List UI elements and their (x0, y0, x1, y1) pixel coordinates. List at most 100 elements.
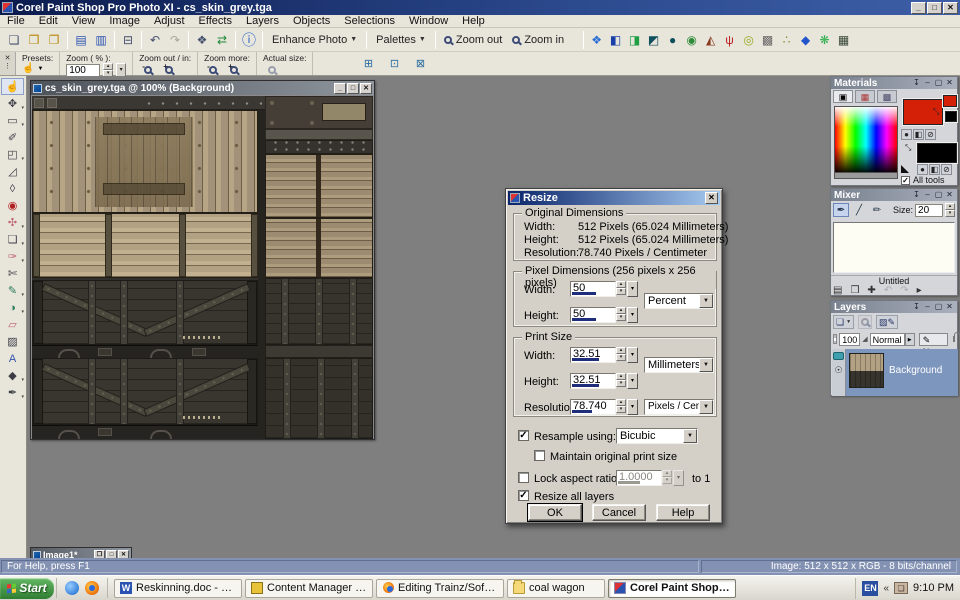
visibility-eye-icon[interactable]: ☉ (834, 366, 842, 374)
taskbar-task-word[interactable]: W Reskinning.doc - Microso... (114, 579, 242, 598)
print-unit-combobox[interactable]: Millimeters▼ (644, 357, 714, 373)
rainbow-tab-icon[interactable]: ▦ (855, 90, 875, 103)
tool-clone-brush[interactable]: ❏ (1, 231, 24, 248)
spin-up-icon[interactable]: ▴ (616, 373, 626, 380)
effect-icon[interactable]: ◆ (796, 30, 815, 49)
image-window-titlebar[interactable]: cs_skin_grey.tga @ 100% (Background) _ □… (31, 81, 374, 95)
effect-icon[interactable]: ◧ (606, 30, 625, 49)
minimize-icon[interactable]: _ (334, 83, 346, 94)
spin-down-icon[interactable]: ▾ (945, 210, 955, 217)
maximize-icon[interactable]: ▢ (934, 78, 943, 88)
close-icon[interactable]: ✕ (705, 192, 718, 204)
spin-down-icon[interactable]: ▾ (616, 354, 626, 361)
new-window-icon[interactable]: ❖ (192, 30, 212, 50)
minimize-icon[interactable]: _ (911, 2, 926, 14)
messenger-icon[interactable] (65, 581, 79, 595)
background-swatch[interactable] (917, 143, 957, 163)
new-icon[interactable]: ❏ (4, 30, 24, 50)
blend-mode-combobox[interactable]: Normal▶ (870, 333, 905, 346)
palettes-button[interactable]: Palettes▼ (370, 32, 432, 48)
spin-up-icon[interactable]: ▴ (945, 203, 955, 210)
tool-scratch-remover[interactable]: ✑ (1, 248, 24, 265)
resample-checkbox[interactable]: ✓ (518, 430, 529, 441)
frame-tab-icon[interactable]: ▣ (833, 90, 853, 103)
close-icon[interactable]: ✕ (943, 2, 958, 14)
tool-selection[interactable]: ▭ (1, 112, 24, 129)
spin-down-icon[interactable]: ▾ (616, 406, 626, 413)
color-style-icon[interactable]: ● (917, 164, 928, 175)
full-screen-preview-icon[interactable]: ⊠ (411, 56, 429, 71)
lock-icon[interactable] (953, 336, 955, 342)
presets-hand-icon[interactable]: ☝ (22, 63, 34, 74)
pin-icon[interactable]: ↧ (912, 190, 921, 200)
tool-paint-brush[interactable]: ✎ (1, 282, 24, 299)
lock-aspect-ratio-checkbox[interactable] (518, 472, 529, 483)
spin-up-icon[interactable]: ▴ (616, 399, 626, 406)
effect-icon[interactable]: ❋ (815, 30, 834, 49)
menu-objects[interactable]: Objects (286, 15, 337, 27)
mixer-size-input[interactable] (915, 204, 943, 217)
slider-popup-icon[interactable]: ▾ (627, 373, 638, 389)
tool-text[interactable]: A (1, 350, 24, 367)
mixer-more-icon[interactable]: ▸ (917, 285, 922, 296)
minimize-icon[interactable]: – (923, 78, 932, 88)
menu-effects[interactable]: Effects (192, 15, 239, 27)
firefox-icon[interactable] (85, 581, 99, 595)
slider-popup-icon[interactable]: ▾ (627, 281, 638, 297)
taskbar-task-paintshop[interactable]: Corel Paint Shop Pro ... (608, 579, 736, 598)
effect-icon[interactable]: ● (663, 30, 682, 49)
swap-colors-icon[interactable]: ⤡ (933, 107, 939, 117)
slider-popup-icon[interactable]: ▾ (627, 347, 638, 363)
mixer-titlebar[interactable]: Mixer ↧ – ▢ ✕ (831, 189, 957, 201)
tool-pen[interactable]: ✒ (1, 384, 24, 401)
layer-opacity-value[interactable]: 100 (839, 333, 860, 346)
swatches-tab-icon[interactable]: ▩ (877, 90, 897, 103)
mixer-open-icon[interactable]: ❒ (850, 285, 859, 296)
mixer-brush-icon[interactable]: ✒ (833, 203, 849, 217)
undo-icon[interactable]: ↶ (145, 30, 165, 50)
fit-image-to-window-icon[interactable]: ⊞ (359, 56, 377, 71)
layer-row[interactable]: Background (846, 349, 942, 396)
close-icon[interactable]: ✕ (945, 190, 954, 200)
info-icon[interactable]: ⓘ (239, 30, 259, 50)
transparent-style-icon[interactable]: ⊘ (925, 129, 936, 140)
close-icon[interactable]: ✕ (945, 78, 954, 88)
effect-icon[interactable]: ◩ (644, 30, 663, 49)
tool-move[interactable]: ✥ (1, 95, 24, 112)
zoom-out-button[interactable]: Zoom out (439, 32, 507, 48)
browse-icon[interactable]: ❐ (44, 30, 64, 50)
spin-up-icon[interactable]: ▴ (616, 307, 626, 314)
maintain-print-size-checkbox[interactable] (534, 450, 545, 461)
maximize-icon[interactable]: □ (927, 2, 942, 14)
spin-up-icon[interactable]: ▴ (616, 347, 626, 354)
script-toolbar-icon[interactable]: ❖ (587, 30, 606, 49)
chevron-down-icon[interactable]: ▼ (699, 400, 713, 414)
slider-popup-icon[interactable]: ▾ (627, 399, 638, 415)
close-icon[interactable]: ✕ (5, 54, 11, 62)
gradient-style-icon[interactable]: ◧ (913, 129, 924, 140)
enhance-photo-button[interactable]: Enhance Photo▼ (266, 32, 363, 48)
tool-straighten[interactable]: ◿ (1, 163, 24, 180)
layers-titlebar[interactable]: Layers ↧ – ▢ ✕ (831, 301, 957, 313)
mask-button[interactable]: ▨✎ (876, 315, 898, 329)
link-set-button[interactable]: ✎ None (919, 333, 949, 346)
resize-all-layers-checkbox[interactable]: ✓ (518, 490, 529, 501)
menu-selections[interactable]: Selections (337, 15, 402, 27)
maximize-icon[interactable]: ▢ (934, 302, 943, 312)
tool-makeover[interactable]: ✣ (1, 214, 24, 231)
materials-titlebar[interactable]: Materials ↧ – ▢ ✕ (831, 77, 957, 89)
maximize-icon[interactable]: □ (347, 83, 359, 94)
spin-up-icon[interactable]: ▴ (103, 63, 113, 70)
mixer-tube-icon[interactable]: ✏ (869, 203, 885, 217)
save-as-icon[interactable]: ▥ (91, 30, 111, 50)
tool-perspective-correction[interactable]: ◊ (1, 180, 24, 197)
effect-icon[interactable]: ∴ (777, 30, 796, 49)
close-icon[interactable]: ✕ (360, 83, 372, 94)
menu-layers[interactable]: Layers (239, 15, 286, 27)
mixer-add-icon[interactable]: ✚ (867, 285, 875, 296)
close-icon[interactable]: ✕ (945, 302, 954, 312)
taskbar-task-content-manager[interactable]: Content Manager Plus (245, 579, 373, 598)
start-button[interactable]: Start (0, 578, 54, 599)
effect-icon[interactable]: ▦ (834, 30, 853, 49)
new-layer-button[interactable]: ❏▼ (833, 315, 854, 329)
